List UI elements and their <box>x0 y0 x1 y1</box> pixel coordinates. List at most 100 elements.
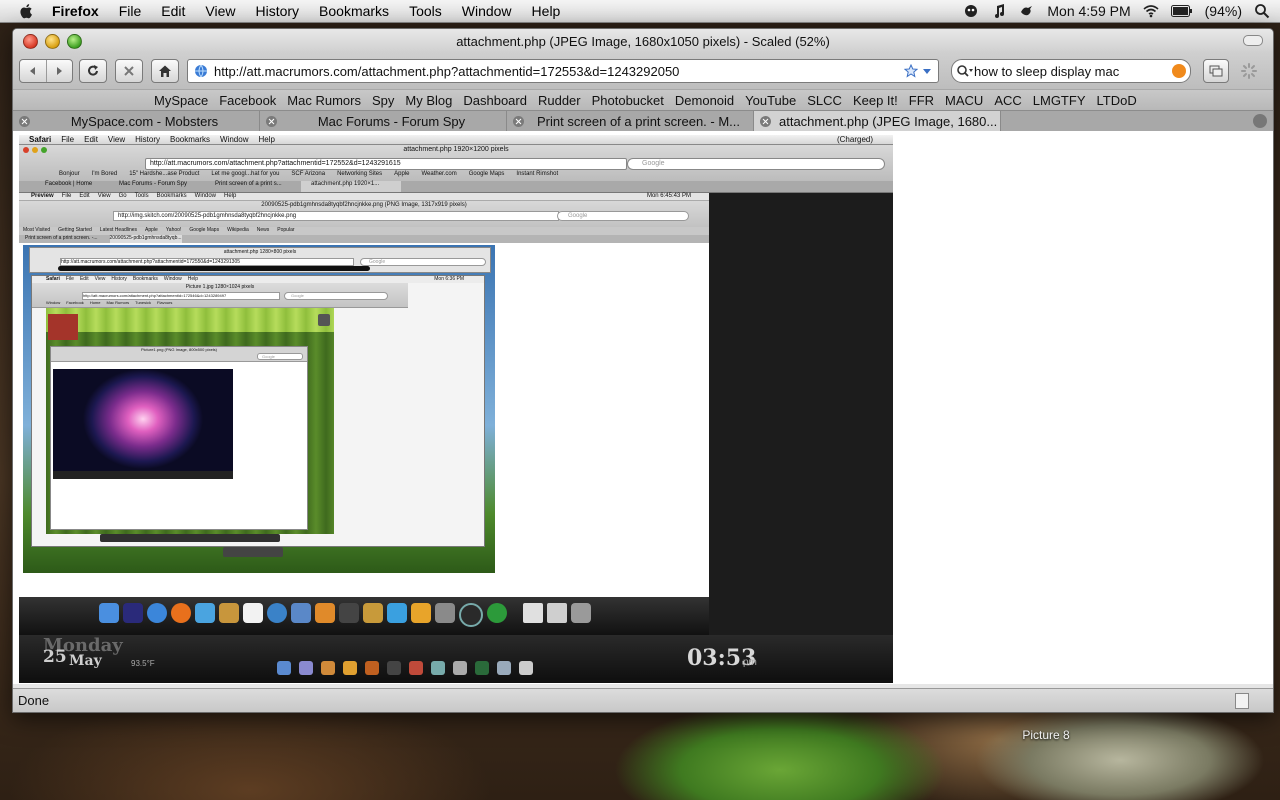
sidebar-button[interactable] <box>1203 59 1229 83</box>
menu-app-name[interactable]: Firefox <box>52 3 99 19</box>
resize-grip-icon[interactable] <box>1235 693 1249 709</box>
bookmark-item[interactable]: MACU <box>945 93 983 108</box>
bird-icon[interactable] <box>1019 3 1035 19</box>
menu-bar: Firefox File Edit View History Bookmarks… <box>0 0 1280 23</box>
list-all-tabs-icon[interactable] <box>1253 114 1267 128</box>
bookmark-item[interactable]: LTDoD <box>1097 93 1137 108</box>
bookmark-item[interactable]: Spy <box>372 93 394 108</box>
menu-bookmarks[interactable]: Bookmarks <box>319 3 389 19</box>
tab[interactable]: Mac Forums - Forum Spy <box>260 111 507 132</box>
bookmark-item[interactable]: Facebook <box>219 93 276 108</box>
search-bar[interactable]: how to sleep display mac <box>951 59 1191 83</box>
nested-menu-item: Edit <box>84 135 98 144</box>
bookmark-item[interactable]: Rudder <box>538 93 581 108</box>
stop-button[interactable] <box>115 59 143 83</box>
nested-l5-avatar <box>48 314 78 340</box>
menu-tools[interactable]: Tools <box>409 3 442 19</box>
tab-close-icon[interactable] <box>19 116 30 127</box>
bookmark-item[interactable]: MySpace <box>154 93 208 108</box>
wifi-icon[interactable] <box>1143 3 1159 19</box>
status-bar: Done <box>13 688 1273 712</box>
bookmark-star-icon[interactable] <box>904 64 918 78</box>
nested-preview-tabs: Print screen of a print screen. -... 200… <box>19 235 709 243</box>
nested-preview-menubar: Preview File Edit View Go Tools Bookmark… <box>19 193 709 201</box>
nested-preview-toolbar: 20090525-pdb1gmhnsda8tyqbf2hncjnkke.png … <box>19 201 709 228</box>
tab-active[interactable]: attachment.php (JPEG Image, 1680... <box>754 111 1001 132</box>
url-text[interactable]: http://att.macrumors.com/attachment.php?… <box>214 64 904 79</box>
tab-close-icon[interactable] <box>760 116 771 127</box>
nested-preview-bookmark: Apple <box>145 227 158 233</box>
ichat-icon <box>195 603 215 623</box>
menu-edit[interactable]: Edit <box>161 3 185 19</box>
nested-preview-url: http://img.skitch.com/20090525-pdb1gmhns… <box>113 211 559 221</box>
apple-menu-icon[interactable] <box>18 3 36 19</box>
bookmark-item[interactable]: ACC <box>994 93 1021 108</box>
bookmark-item[interactable]: Mac Rumors <box>287 93 361 108</box>
search-go-button[interactable] <box>1172 64 1186 78</box>
bookmark-item[interactable]: LMGTFY <box>1033 93 1086 108</box>
url-bar[interactable]: http://att.macrumors.com/attachment.php?… <box>187 59 939 83</box>
nested-l4-menu: File <box>65 276 74 282</box>
trash-icon <box>571 603 591 623</box>
growl-icon[interactable] <box>963 3 979 19</box>
nested-l4-menubar: Safari File Edit View History Bookmarks … <box>32 276 484 283</box>
nested-preview-bookmark: News <box>256 227 270 233</box>
iweb-icon <box>387 603 407 623</box>
battery-icon[interactable] <box>1170 5 1193 17</box>
tab[interactable]: Print screen of a print screen. - M... <box>507 111 754 132</box>
clock[interactable]: Mon 4:59 PM <box>1047 3 1130 19</box>
music-note-icon[interactable] <box>991 3 1007 19</box>
nested-l4-search: Google <box>284 292 388 300</box>
menu-help[interactable]: Help <box>532 3 561 19</box>
site-identity-icon[interactable] <box>194 64 208 78</box>
bookmark-item[interactable]: Dashboard <box>463 93 527 108</box>
search-input[interactable]: how to sleep display mac <box>974 64 1172 79</box>
bookmark-item[interactable]: YouTube <box>745 93 796 108</box>
nested-preview-bookmark: Google Maps <box>189 227 220 233</box>
menu-window[interactable]: Window <box>462 3 512 19</box>
tab-title: attachment.php (JPEG Image, 1680... <box>779 114 998 129</box>
nested-minimize-dot <box>32 147 38 153</box>
nested-bookmark: SCF Arizona <box>291 171 326 177</box>
bookmark-item[interactable]: Keep It! <box>853 93 898 108</box>
nested-tab: Facebook | Home <box>45 181 93 187</box>
bookmark-item[interactable]: Photobucket <box>592 93 664 108</box>
bookmark-item[interactable]: FFR <box>909 93 934 108</box>
forward-button[interactable] <box>45 60 73 82</box>
menu-view[interactable]: View <box>205 3 235 19</box>
nested-l5-title: Picture1.png (PNG Image, 800x500 pixels) <box>140 347 218 352</box>
reload-button[interactable] <box>79 59 107 83</box>
bookmark-item[interactable]: My Blog <box>405 93 452 108</box>
activity-spinner-icon <box>1241 63 1257 79</box>
tab[interactable]: MySpace.com - Mobsters <box>13 111 260 132</box>
nested-bookmark: Let me googl...hat for you <box>211 171 280 177</box>
nested-search: Google <box>627 158 885 170</box>
nested-l3-redacted-bar <box>58 266 370 271</box>
toolbar-toggle-button[interactable] <box>1243 35 1263 46</box>
menu-history[interactable]: History <box>255 3 299 19</box>
url-dropdown-icon[interactable] <box>922 66 932 76</box>
search-engine-icon[interactable] <box>956 64 974 78</box>
menu-file[interactable]: File <box>119 3 142 19</box>
nested-zoom-dot <box>41 147 47 153</box>
nested-preview-menu: Edit <box>79 193 90 199</box>
bookmark-item[interactable]: SLCC <box>807 93 842 108</box>
screenshot-image: Safari File Edit View History Bookmarks … <box>19 135 893 683</box>
bookmark-item[interactable]: Demonoid <box>675 93 734 108</box>
itunes-icon <box>267 603 287 623</box>
nested-preview-bookmark: Popular <box>277 227 295 233</box>
nested-l4-menu: History <box>111 276 127 282</box>
nested-bookmark: 15" Hardshe...ase Product <box>129 171 200 177</box>
nested-dock-icon <box>519 661 533 675</box>
spotlight-icon[interactable] <box>1254 3 1270 19</box>
nested-l4-bookmarks: Window Facebook Home Mac Rumors Tunesick… <box>46 300 172 305</box>
desktop-file-label[interactable]: Picture 8 <box>1010 728 1082 742</box>
home-button[interactable] <box>151 59 179 83</box>
tab-close-icon[interactable] <box>266 116 277 127</box>
back-button[interactable] <box>20 60 46 82</box>
nested-status: (Charged) <box>836 135 873 144</box>
title-bar[interactable]: attachment.php (JPEG Image, 1680x1050 pi… <box>13 29 1273 53</box>
tab-close-icon[interactable] <box>513 116 524 127</box>
battery-percent[interactable]: (94%) <box>1205 3 1242 19</box>
safari-icon <box>147 603 167 623</box>
